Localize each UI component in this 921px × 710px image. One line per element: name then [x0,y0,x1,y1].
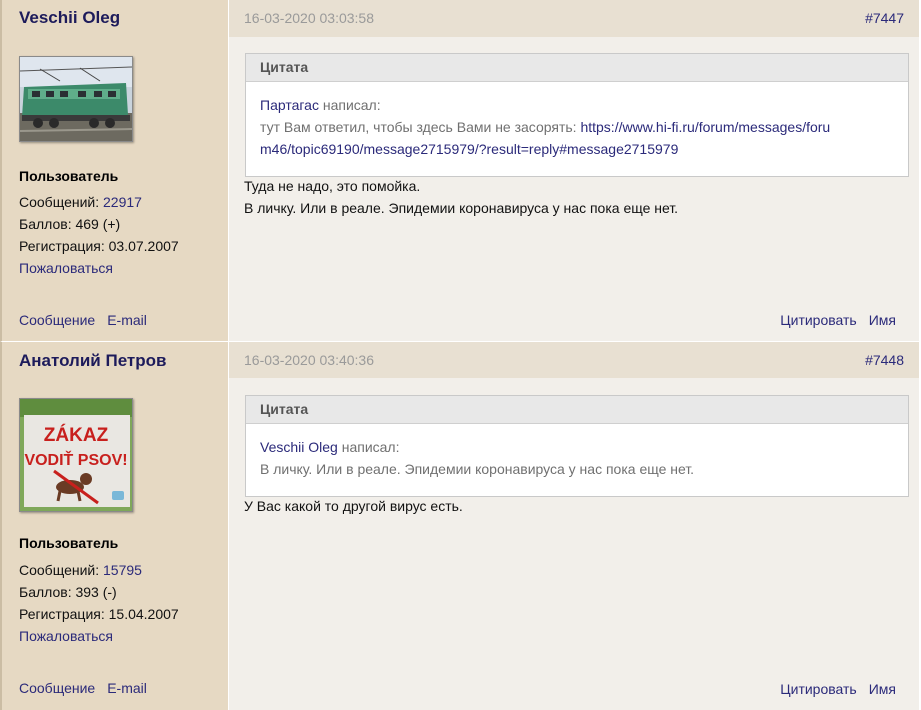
quote-wrote: написал: [337,439,400,455]
message-line: У Вас какой то другой вирус есть. [244,498,463,514]
quote-title: Цитата [246,396,908,424]
author-sidebar: Анатолий Петров ZÁKAZ VODIŤ PSOV! Пользо… [0,342,228,710]
sign-text-line2: VODIŤ PSOV! [24,450,127,469]
report-link[interactable]: Пожаловаться [19,628,113,644]
quote-url-line2: m46/topic69190/message2715979/?result=re… [260,141,679,157]
points: Баллов: 469 (+) [19,216,121,232]
quote-body: Партагас написал: тут Вам ответил, чтобы… [246,82,908,176]
private-message-link[interactable]: Сообщение [19,312,95,328]
messages-count-link[interactable]: 22917 [103,194,142,210]
name-button[interactable]: Имя [869,312,896,328]
quote-text-prefix: тут Вам ответил, чтобы здесь Вами не зас… [260,119,581,135]
author-actions: Сообщение E-mail [19,680,159,696]
quote-title: Цитата [246,54,908,82]
message-line: В личку. Или в реале. Эпидемии коронавир… [244,200,679,216]
post-number-link[interactable]: #7448 [865,352,904,368]
messages-count-link[interactable]: 15795 [103,562,142,578]
post-header: 16-03-2020 03:40:36 #7448 [229,342,919,378]
registration-date: Регистрация: 03.07.2007 [19,238,179,254]
post-date: 16-03-2020 03:03:58 [244,10,374,26]
post-actions: Цитировать Имя [768,681,896,697]
post-date: 16-03-2020 03:40:36 [244,352,374,368]
registration-date: Регистрация: 15.04.2007 [19,606,179,622]
forum-post: Анатолий Петров ZÁKAZ VODIŤ PSOV! Пользо… [0,342,921,710]
author-name[interactable]: Анатолий Петров [19,351,166,371]
sign-text-line1: ZÁKAZ [44,424,109,446]
author-sidebar: Veschii Oleg Пользователь Сообщений: 229… [0,0,228,342]
post-content: 16-03-2020 03:03:58 #7447 Цитата Партага… [229,0,919,342]
quote-text: тут Вам ответил, чтобы здесь Вами не зас… [260,116,894,160]
quote-wrote: написал: [318,97,381,113]
author-actions: Сообщение E-mail [19,312,159,328]
quote-text: В личку. Или в реале. Эпидемии коронавир… [260,461,695,477]
name-button[interactable]: Имя [869,681,896,697]
message-line: Туда не надо, это помойка. [244,178,421,194]
user-role: Пользователь [19,535,119,551]
quote-block: Цитата Партагас написал: тут Вам ответил… [245,53,909,177]
message-text: Туда не надо, это помойка. В личку. Или … [244,175,909,219]
messages-count: Сообщений: 22917 [19,194,142,210]
message-text: У Вас какой то другой вирус есть. [244,495,909,517]
post-header: 16-03-2020 03:03:58 #7447 [229,0,919,37]
email-link[interactable]: E-mail [107,312,147,328]
quote-block: Цитата Veschii Oleg написал: В личку. Ил… [245,395,909,497]
cite-button[interactable]: Цитировать [780,312,856,328]
email-link[interactable]: E-mail [107,680,147,696]
quote-author-link[interactable]: Veschii Oleg [260,439,338,455]
author-name[interactable]: Veschii Oleg [19,8,120,28]
post-number-link[interactable]: #7447 [865,10,904,26]
report-link[interactable]: Пожаловаться [19,260,113,276]
messages-label: Сообщений: [19,194,103,210]
messages-count: Сообщений: 15795 [19,562,142,578]
quote-body: Veschii Oleg написал: В личку. Или в реа… [246,424,908,496]
quote-url-line1: https://www.hi-fi.ru/forum/messages/foru [580,119,831,135]
quote-author-link[interactable]: Партагас [260,97,319,113]
messages-label: Сообщений: [19,562,103,578]
points: Баллов: 393 (-) [19,584,117,600]
user-role: Пользователь [19,168,119,184]
private-message-link[interactable]: Сообщение [19,680,95,696]
no-dogs-sign-image: ZÁKAZ VODIŤ PSOV! [20,399,132,511]
avatar[interactable] [19,56,133,142]
post-content: 16-03-2020 03:40:36 #7448 Цитата Veschii… [229,342,919,710]
avatar[interactable]: ZÁKAZ VODIŤ PSOV! [19,398,133,512]
forum-post: Veschii Oleg Пользователь Сообщений: 229… [0,0,921,342]
quote-attribution: Veschii Oleg написал: [260,436,894,458]
quote-attribution: Партагас написал: [260,94,894,116]
cite-button[interactable]: Цитировать [780,681,856,697]
locomotive-image [20,57,132,141]
post-actions: Цитировать Имя [768,312,896,328]
